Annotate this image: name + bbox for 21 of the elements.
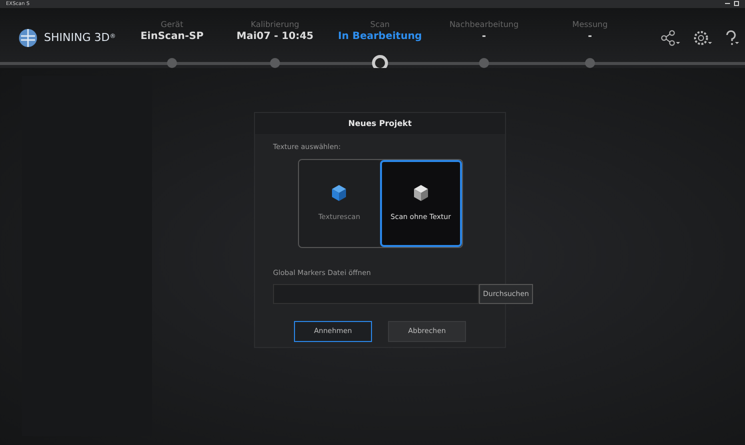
cube-icon — [412, 184, 429, 202]
step-label: Kalibrierung — [250, 20, 300, 30]
brand-name: SHINING 3D$^{®}$ — [44, 30, 116, 46]
file-path-field[interactable] — [273, 284, 479, 304]
step-label: Messung — [571, 20, 609, 30]
dialog-title: Neues Projekt — [255, 113, 505, 134]
step-label: Gerät — [160, 20, 184, 30]
step-label: Nachbearbeitung — [448, 20, 520, 30]
step-value: EinScan-SP — [139, 30, 205, 44]
step-value: Mai07 - 10:45 — [236, 30, 314, 44]
settings-icon[interactable] — [693, 30, 713, 46]
minimize-icon[interactable] — [725, 0, 730, 6]
step-value: - — [480, 30, 488, 44]
maximize-icon[interactable] — [734, 0, 739, 6]
step-value: - — [586, 30, 594, 44]
cube-icon — [331, 184, 348, 202]
step-label: Scan — [369, 20, 391, 30]
globe-icon — [18, 28, 38, 48]
help-icon[interactable] — [725, 30, 739, 46]
step-value: In Bearbeitung — [337, 30, 423, 44]
share-icon[interactable] — [661, 30, 681, 46]
